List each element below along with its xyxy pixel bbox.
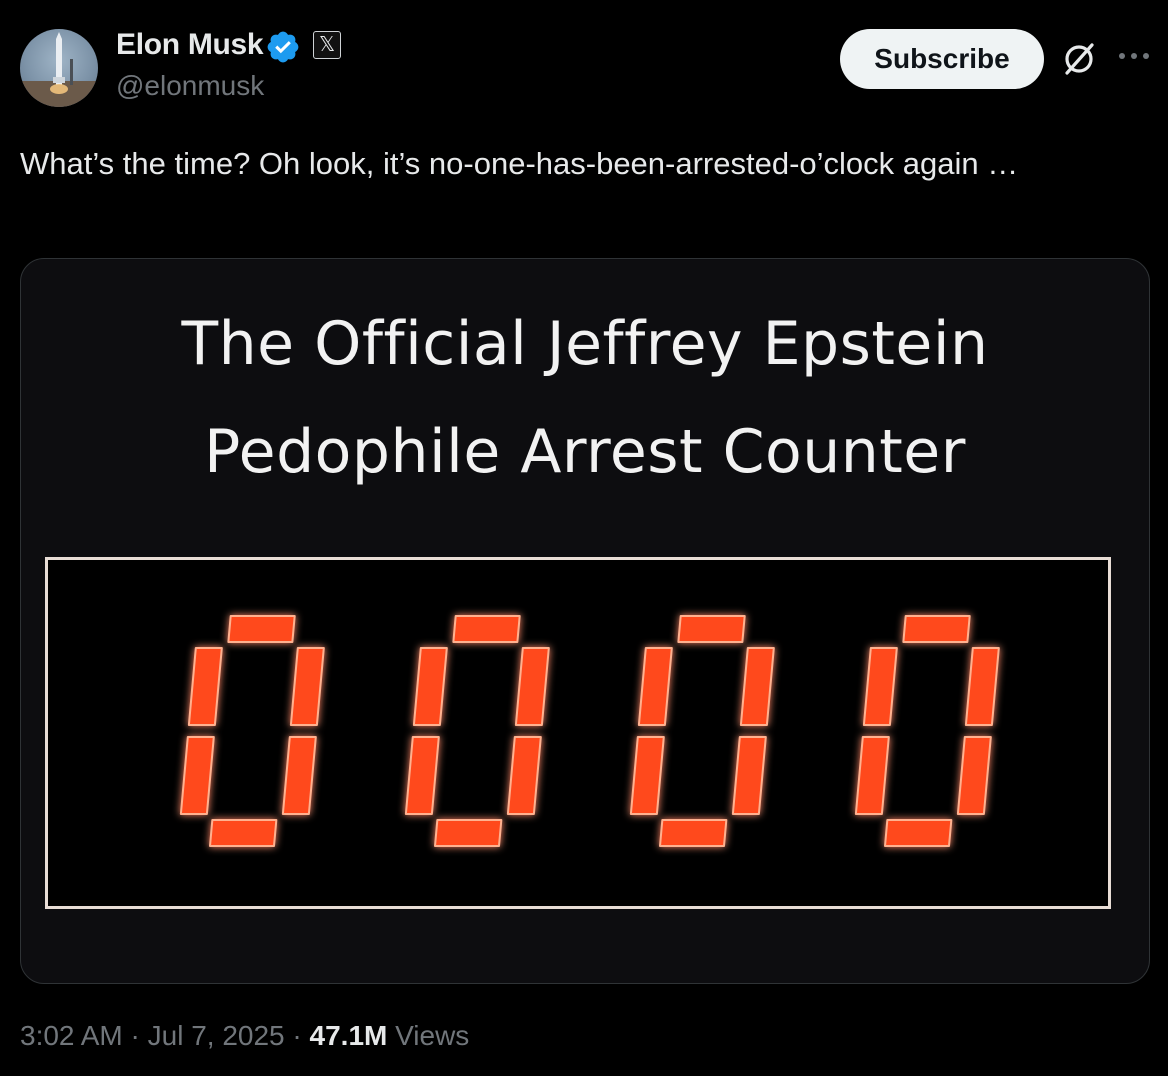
counter-segment xyxy=(862,647,898,726)
subscribe-button[interactable]: Subscribe xyxy=(840,29,1044,89)
arrest-counter-display xyxy=(45,557,1111,909)
counter-segment xyxy=(964,647,1000,726)
meme-title-line-1: The Official Jeffrey Epstein xyxy=(181,309,989,379)
counter-digit xyxy=(629,615,775,847)
counter-digit xyxy=(404,615,550,847)
meme-title-line-2: Pedophile Arrest Counter xyxy=(204,417,966,487)
counter-segment xyxy=(227,615,296,643)
tweet-time[interactable]: 3:02 AM xyxy=(20,1020,123,1051)
counter-segment xyxy=(506,736,542,815)
counter-segment xyxy=(187,647,223,726)
tweet-meta: 3:02 AM · Jul 7, 2025 · 47.1M Views xyxy=(20,1020,469,1052)
counter-segment xyxy=(854,736,890,815)
counter-digit xyxy=(179,615,325,847)
verified-badge-icon[interactable] xyxy=(265,29,301,65)
counter-segment xyxy=(677,615,746,643)
counter-segment xyxy=(637,647,673,726)
meta-separator: · xyxy=(292,1020,302,1051)
counter-segment xyxy=(209,819,278,847)
counter-segment xyxy=(902,615,971,643)
tweet-date[interactable]: Jul 7, 2025 xyxy=(148,1020,285,1051)
counter-segment xyxy=(412,647,448,726)
counter-segment xyxy=(179,736,215,815)
tweet-media-image[interactable]: The Official Jeffrey Epstein Pedophile A… xyxy=(20,258,1150,984)
author-name[interactable]: Elon Musk xyxy=(116,28,264,62)
counter-segment xyxy=(452,615,521,643)
counter-segment xyxy=(434,819,503,847)
counter-segment xyxy=(404,736,440,815)
counter-segment xyxy=(659,819,728,847)
counter-segment xyxy=(281,736,317,815)
views-label: Views xyxy=(395,1020,470,1051)
counter-digit xyxy=(854,615,1000,847)
counter-segment xyxy=(514,647,550,726)
counter-segment xyxy=(629,736,665,815)
counter-segment xyxy=(731,736,767,815)
x-logo-icon[interactable]: 𝕏 xyxy=(313,31,341,59)
views-count[interactable]: 47.1M xyxy=(310,1020,388,1051)
more-icon[interactable] xyxy=(1116,46,1152,66)
grok-icon[interactable] xyxy=(1060,40,1098,78)
author-handle[interactable]: @elonmusk xyxy=(116,70,264,102)
avatar[interactable] xyxy=(20,29,98,107)
counter-segment xyxy=(956,736,992,815)
counter-segment xyxy=(884,819,953,847)
tweet-text: What’s the time? Oh look, it’s no-one-ha… xyxy=(20,146,1019,181)
meta-separator: · xyxy=(130,1020,140,1051)
counter-segment xyxy=(739,647,775,726)
counter-segment xyxy=(289,647,325,726)
